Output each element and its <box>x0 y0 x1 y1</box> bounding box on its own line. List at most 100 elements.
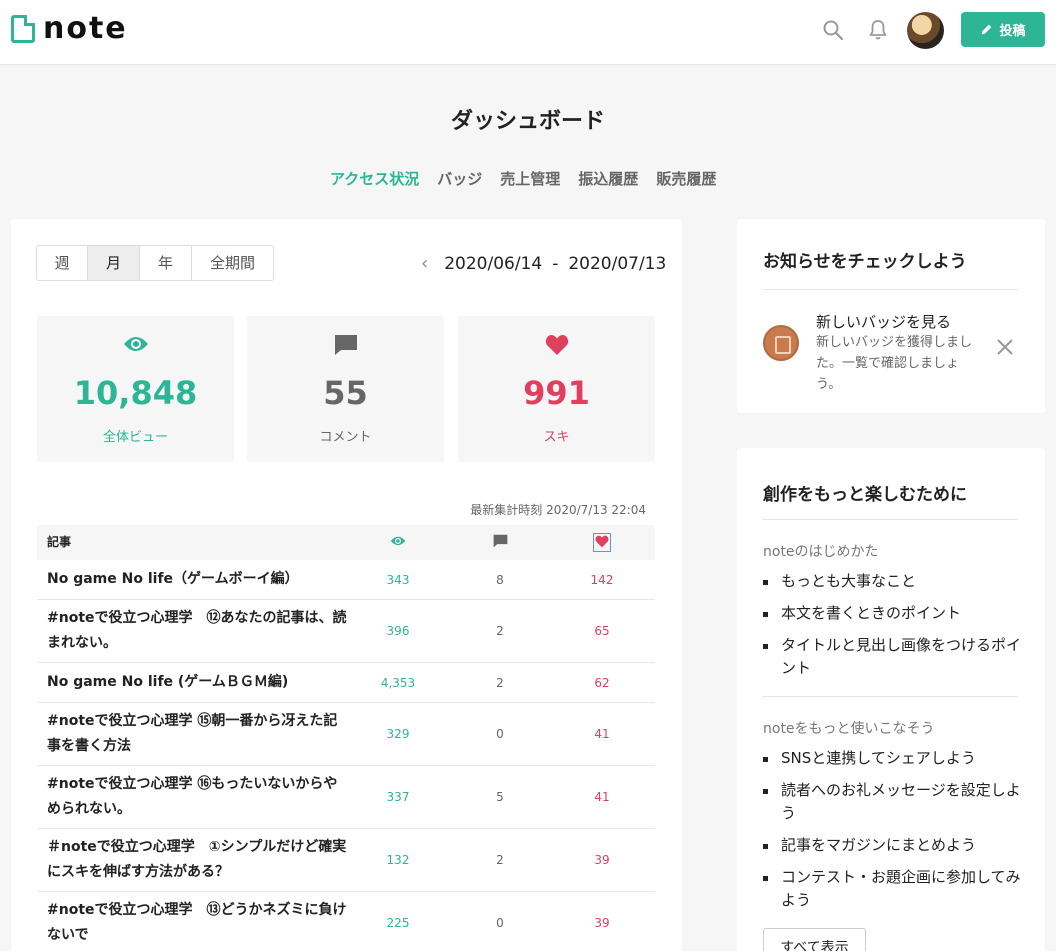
period-week[interactable]: 週 <box>37 246 88 280</box>
divider <box>763 696 1018 697</box>
table-row[interactable]: #noteで役立つ心理学 ⑯もったいないからやめられない。 337 5 41 <box>37 766 655 829</box>
tip-link[interactable]: 記事をマガジンにまとめよう <box>763 834 1023 857</box>
article-views: 225 <box>386 916 410 930</box>
tab-access[interactable]: アクセス状況 <box>330 168 419 189</box>
stat-views: 10,848 全体ビュー <box>37 316 234 462</box>
pencil-icon <box>982 24 992 35</box>
article-likes: 39 <box>594 916 610 930</box>
article-likes: 41 <box>594 790 610 804</box>
article-comments: 8 <box>496 572 504 587</box>
article-views: 329 <box>386 727 410 741</box>
article-title[interactable]: No game No life (ゲームＢＧＭ編) <box>37 670 347 695</box>
close-icon[interactable] <box>995 337 1015 357</box>
views-label: 全体ビュー <box>102 430 168 445</box>
article-comments: 0 <box>496 916 504 930</box>
table-row[interactable]: #noteで役立つ心理学 ⑬どうかネズミに負けないで 225 0 39 <box>37 892 655 951</box>
chevron-left-icon[interactable]: ‹ <box>421 253 428 274</box>
comment-icon <box>334 335 357 355</box>
views-count: 10,848 <box>73 374 198 412</box>
show-all-button[interactable]: すべて表示 <box>763 928 866 951</box>
tip-link[interactable]: 読者へのお礼メッセージを設定しよう <box>763 779 1023 825</box>
eye-icon[interactable] <box>389 535 407 547</box>
avatar[interactable] <box>907 12 944 49</box>
tips-heading: 創作をもっと楽しむために <box>763 485 967 505</box>
article-likes: 142 <box>590 572 614 587</box>
table-row[interactable]: ＃noteで役立つ心理学 ①シンプルだけど確実にスキを伸ばす方法がある？ 132… <box>37 829 655 892</box>
updated-time: 最新集計時刻 2020/7/13 22:04 <box>470 503 646 517</box>
search-icon[interactable] <box>821 18 845 42</box>
note-logo[interactable]: note <box>11 14 128 44</box>
heart-icon <box>545 335 568 355</box>
tip-link[interactable]: コンテスト・お題企画に参加してみよう <box>763 866 1023 912</box>
article-likes: 65 <box>594 624 610 638</box>
bell-icon[interactable] <box>866 18 890 42</box>
article-views: 343 <box>386 572 410 587</box>
notice-card: お知らせをチェックしよう 新しいバッジを見る 新しいバッジを獲得しました。一覧で… <box>737 219 1045 413</box>
date-start: 2020/06/14 <box>444 253 543 274</box>
article-title[interactable]: #noteで役立つ心理学 ⑮朝一番から冴えた記事を書く方法 <box>37 709 347 759</box>
post-button[interactable]: 投稿 <box>961 12 1045 47</box>
article-comments: 5 <box>496 790 504 804</box>
table-header: 記事 <box>37 525 655 560</box>
tab-sales-history[interactable]: 販売履歴 <box>656 168 716 189</box>
note-logo-icon <box>11 15 35 43</box>
heart-icon <box>595 535 609 548</box>
period-all[interactable]: 全期間 <box>192 246 273 280</box>
article-comments: 2 <box>496 624 504 638</box>
article-views: 132 <box>386 853 410 867</box>
period-year[interactable]: 年 <box>140 246 192 280</box>
notice-heading: お知らせをチェックしよう <box>763 252 967 272</box>
comments-count: 55 <box>323 374 368 412</box>
date-end: 2020/07/13 <box>568 253 667 274</box>
stat-comments: 55 コメント <box>247 316 444 462</box>
table-row[interactable]: No game No life (ゲームＢＧＭ編) 4,353 2 62 <box>37 663 655 703</box>
top-header: note 投稿 <box>0 0 1056 65</box>
table-row[interactable]: #noteで役立つ心理学 ⑮朝一番から冴えた記事を書く方法 329 0 41 <box>37 703 655 766</box>
article-views: 337 <box>386 790 410 804</box>
eye-icon <box>123 337 148 351</box>
tips-card: 創作をもっと楽しむために noteのはじめかた もっとも大事なこと 本文を書くと… <box>737 448 1045 951</box>
table-row[interactable]: #noteで役立つ心理学 ⑫あなたの記事は、読まれない。 396 2 65 <box>37 600 655 663</box>
tip-link[interactable]: 本文を書くときのポイント <box>763 602 1023 625</box>
article-title[interactable]: #noteで役立つ心理学 ⑬どうかネズミに負けないで <box>37 898 347 948</box>
badge-icon[interactable] <box>763 325 799 361</box>
tab-transfers[interactable]: 振込履歴 <box>578 168 638 189</box>
article-comments: 0 <box>496 727 504 741</box>
page-title: ダッシュボード <box>450 109 605 134</box>
notice-item-title[interactable]: 新しいバッジを見る <box>816 311 951 332</box>
tip-link[interactable]: もっとも大事なこと <box>763 570 1023 593</box>
comment-icon[interactable] <box>493 534 508 548</box>
notice-item-body: 新しいバッジを獲得しました。一覧で確認しましょう。 <box>816 335 973 392</box>
logo-text: note <box>43 11 128 46</box>
article-title[interactable]: #noteで役立つ心理学 ⑫あなたの記事は、読まれない。 <box>37 606 347 656</box>
article-title[interactable]: #noteで役立つ心理学 ⑯もったいないからやめられない。 <box>37 772 347 822</box>
article-comments: 2 <box>496 675 504 690</box>
tip-link[interactable]: タイトルと見出し画像をつけるポイント <box>763 634 1023 680</box>
heart-sort-icon[interactable] <box>593 533 611 552</box>
articles-table: 記事 No game No life（ゲームボーイ編） 343 8 142 #n… <box>37 525 655 951</box>
dashboard-tabs: アクセス状況 バッジ 売上管理 振込履歴 販売履歴 <box>330 168 716 189</box>
stat-likes: 991 スキ <box>458 316 655 462</box>
divider <box>763 519 1018 520</box>
tips-section1-label: noteのはじめかた <box>763 544 879 560</box>
tab-badges[interactable]: バッジ <box>437 168 482 189</box>
tab-sales[interactable]: 売上管理 <box>500 168 560 189</box>
article-likes: 41 <box>594 727 610 741</box>
period-selector: 週 月 年 全期間 <box>36 245 274 281</box>
header-article: 記事 <box>47 535 72 549</box>
article-title[interactable]: No game No life（ゲームボーイ編） <box>37 567 347 592</box>
date-separator: - <box>552 253 559 274</box>
article-likes: 62 <box>594 675 610 690</box>
tip-link[interactable]: SNSと連携してシェアしよう <box>763 747 1023 770</box>
article-title[interactable]: ＃noteで役立つ心理学 ①シンプルだけど確実にスキを伸ばす方法がある？ <box>37 835 347 885</box>
article-views: 396 <box>386 624 410 638</box>
access-card: 週 月 年 全期間 ‹ 2020/06/14 - 2020/07/13 10,8… <box>11 219 682 951</box>
likes-label: スキ <box>543 430 570 445</box>
tips-section2-label: noteをもっと使いこなそう <box>763 721 935 737</box>
comments-label: コメント <box>319 430 372 445</box>
period-month[interactable]: 月 <box>88 246 140 280</box>
table-row[interactable]: No game No life（ゲームボーイ編） 343 8 142 <box>37 560 655 600</box>
date-range: ‹ 2020/06/14 - 2020/07/13 <box>421 253 666 274</box>
divider <box>763 289 1018 290</box>
article-likes: 39 <box>594 853 610 867</box>
